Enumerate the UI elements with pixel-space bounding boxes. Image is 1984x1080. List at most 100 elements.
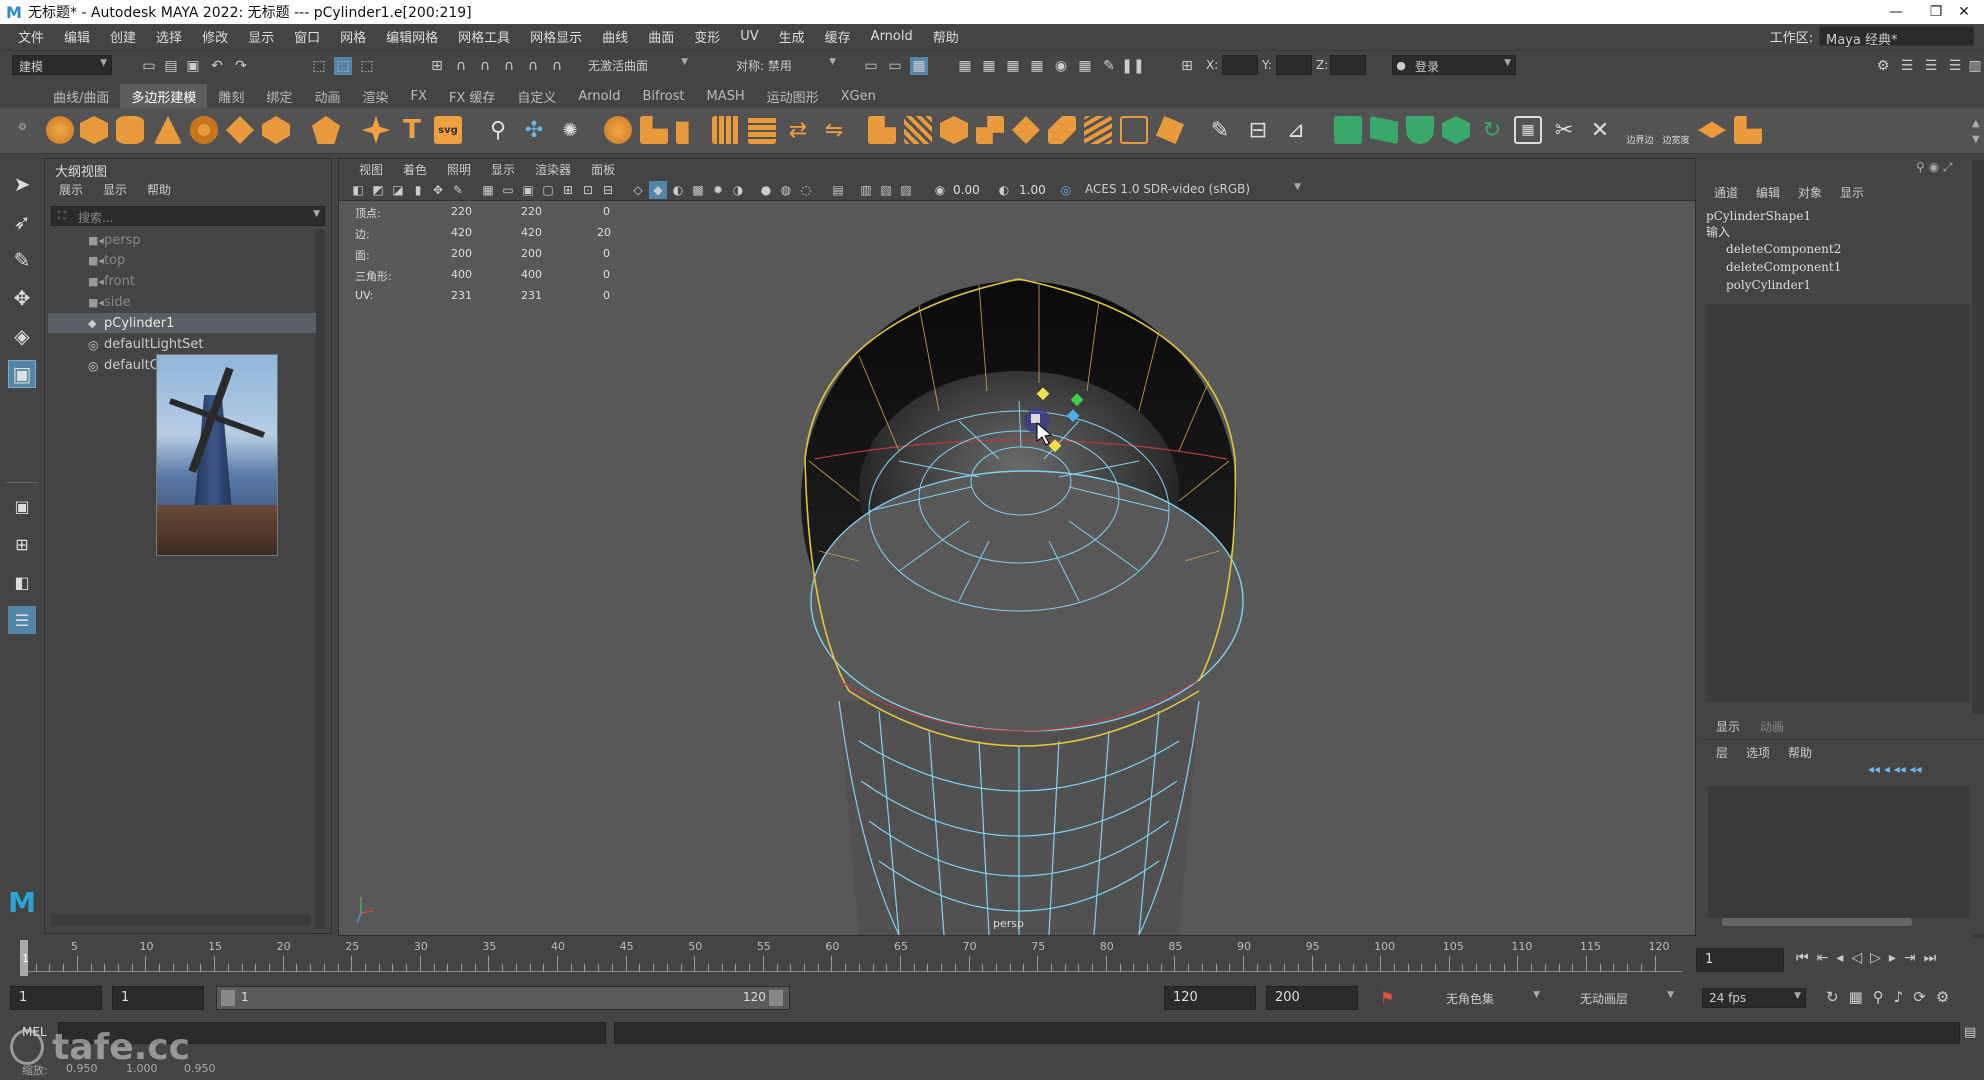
channelbox-shape-name[interactable]: pCylinderShape1 xyxy=(1702,209,1984,223)
playback-start-field[interactable]: 1 xyxy=(112,986,204,1010)
smooth-icon[interactable] xyxy=(712,116,740,144)
select-component-icon[interactable]: ⬚ xyxy=(358,57,376,75)
redo-icon[interactable]: ↷ xyxy=(232,57,250,75)
layer-menu-layers[interactable]: 层 xyxy=(1716,744,1728,761)
menu-arnold[interactable]: Arnold xyxy=(861,29,923,44)
channelbox-toggle-icons[interactable]: ⚲ ◉ ⤢ xyxy=(1916,160,1953,175)
shelf-tab-rendering[interactable]: 渲染 xyxy=(351,84,399,109)
fill-hole-icon[interactable] xyxy=(1012,116,1040,144)
gate-mask-icon[interactable]: ▢ xyxy=(539,181,557,199)
viewport-menu-view[interactable]: 视图 xyxy=(349,161,393,178)
separate-icon[interactable] xyxy=(640,116,668,144)
color-management-icon[interactable]: ◎ xyxy=(1057,181,1075,199)
planar-uv-icon[interactable] xyxy=(1334,116,1362,144)
append-icon[interactable] xyxy=(976,116,1004,144)
outliner-item-defaultlightset[interactable]: ◎ defaultLightSet xyxy=(44,334,284,354)
character-set-dropdown[interactable]: 无角色集 xyxy=(1440,988,1544,1008)
gamma-value[interactable]: 1.00 xyxy=(1019,183,1046,197)
shelf-tab-xgen[interactable]: XGen xyxy=(830,86,887,107)
select-tool-icon[interactable]: ➤ xyxy=(8,170,36,198)
gamma-icon[interactable]: ◐ xyxy=(995,181,1013,199)
minimize-button[interactable]: — xyxy=(1876,0,1916,24)
border-edge-button[interactable]: 边界边 xyxy=(1624,112,1656,146)
two-view-icon[interactable]: ◧ xyxy=(8,568,36,596)
shelf-tab-motion-graphics[interactable]: 运动图形 xyxy=(756,84,830,109)
menu-create[interactable]: 创建 xyxy=(100,27,146,46)
menu-uv[interactable]: UV xyxy=(730,29,768,44)
image-plane-icon[interactable]: ▮ xyxy=(409,181,427,199)
average-icon[interactable] xyxy=(748,116,776,144)
motion-blur-icon[interactable]: ▥ xyxy=(857,181,875,199)
snap-grid-icon[interactable]: ⊞ xyxy=(428,57,446,75)
shelf-options-icon[interactable]: ⚙ xyxy=(18,122,27,142)
layer-menu-options[interactable]: 选项 xyxy=(1746,744,1770,761)
x-field[interactable] xyxy=(1222,55,1258,75)
shelf-tab-animation[interactable]: 动画 xyxy=(303,84,351,109)
merge-icon[interactable] xyxy=(1120,116,1148,144)
exposure-value[interactable]: 0.00 xyxy=(953,183,980,197)
xray-icon[interactable]: ◍ xyxy=(777,181,795,199)
poly-plane-icon[interactable] xyxy=(226,116,254,144)
shelf-scroll-down-icon[interactable]: ▼ xyxy=(1972,134,1980,145)
depth-of-field-icon[interactable]: ▨ xyxy=(897,181,915,199)
cut-uv-icon[interactable]: ✂ xyxy=(1550,116,1578,144)
poly-cylinder-icon[interactable] xyxy=(116,116,144,144)
extrude-icon[interactable] xyxy=(868,116,896,144)
extract-icon[interactable] xyxy=(676,121,689,144)
grid-toggle-icon[interactable]: ▦ xyxy=(479,181,497,199)
z-field[interactable] xyxy=(1330,55,1366,75)
select-hierarchy-icon[interactable]: ⬚ xyxy=(310,57,328,75)
poly-cone-icon[interactable] xyxy=(154,116,182,144)
wireframe-icon[interactable]: ◇ xyxy=(629,181,647,199)
spherical-uv-icon[interactable] xyxy=(1406,116,1434,144)
poly-torus-icon[interactable] xyxy=(190,116,218,144)
ipr-render-icon[interactable]: ▦ xyxy=(1004,57,1022,75)
snap-view-icon[interactable]: ∩ xyxy=(500,57,518,75)
resolution-gate-icon[interactable]: ▣ xyxy=(519,181,537,199)
isolate-icon[interactable]: ● xyxy=(757,181,775,199)
outliner-search-input[interactable]: ⛶ 搜索... ▼ xyxy=(51,206,325,226)
input-ops-icon[interactable]: ▭ xyxy=(886,57,904,75)
rotate-tool-icon[interactable]: ◈ xyxy=(8,322,36,350)
ambient-occlusion-icon[interactable]: ▤ xyxy=(829,181,847,199)
poly-cube-icon[interactable] xyxy=(80,116,108,144)
channelbox-menu-channels[interactable]: 通道 xyxy=(1714,184,1738,201)
scale-tool-icon[interactable]: ▣ xyxy=(8,360,36,388)
auto-key-icon[interactable]: ⚑ xyxy=(1380,988,1394,1007)
select-object-icon[interactable]: ⬚ xyxy=(334,57,352,75)
shelf-tab-custom[interactable]: 自定义 xyxy=(506,84,567,109)
smooth-shade-icon[interactable]: ◆ xyxy=(649,181,667,199)
modeling-toolkit-icon[interactable]: ⚙ xyxy=(1874,57,1892,75)
shelf-tab-mash[interactable]: MASH xyxy=(695,86,755,107)
2d-pan-icon[interactable]: ✥ xyxy=(429,181,447,199)
new-scene-icon[interactable]: ▭ xyxy=(140,57,158,75)
camera-attr-icon[interactable]: ◩ xyxy=(369,181,387,199)
snap-curve-icon[interactable]: ∩ xyxy=(452,57,470,75)
shelf-tab-arnold[interactable]: Arnold xyxy=(567,86,631,107)
viewport-menu-show[interactable]: 显示 xyxy=(481,161,525,178)
save-scene-icon[interactable]: ▣ xyxy=(184,57,202,75)
paint-select-icon[interactable]: ✎ xyxy=(8,246,36,274)
playback-controls[interactable]: ⏮⇤◂◁▷▸⇥⏭ xyxy=(1796,950,1944,966)
move-tool-icon[interactable]: ✥ xyxy=(8,284,36,312)
bookmark-icon[interactable]: ◪ xyxy=(389,181,407,199)
viewport-menu-shading[interactable]: 着色 xyxy=(393,161,437,178)
shelf-tab-rigging[interactable]: 绑定 xyxy=(255,84,303,109)
shelf-tab-sculpting[interactable]: 雕刻 xyxy=(207,84,255,109)
menu-edit-mesh[interactable]: 编辑网格 xyxy=(376,27,448,46)
xray-joints-icon[interactable]: ◌ xyxy=(797,181,815,199)
open-scene-icon[interactable]: ▤ xyxy=(162,57,180,75)
menu-display[interactable]: 显示 xyxy=(238,27,284,46)
range-slider-bar[interactable]: 1 120 xyxy=(216,986,790,1010)
channelbox-menu-object[interactable]: 对象 xyxy=(1798,184,1822,201)
menu-curves[interactable]: 曲线 xyxy=(592,27,638,46)
anim-layer-dropdown[interactable]: 无动画层 xyxy=(1574,988,1678,1008)
safe-title-icon[interactable]: ⊟ xyxy=(599,181,617,199)
camera-uv-icon[interactable]: ↻ xyxy=(1478,116,1506,144)
snap-live-icon[interactable]: ∩ xyxy=(548,57,566,75)
bridge-icon[interactable] xyxy=(904,116,932,144)
sew-uv-icon[interactable]: ✣ xyxy=(520,116,548,144)
camera-select-icon[interactable]: ◧ xyxy=(349,181,367,199)
offset-edge-loop-icon[interactable]: ⊿ xyxy=(1282,116,1310,144)
custom-tool-1-icon[interactable] xyxy=(1698,121,1726,139)
